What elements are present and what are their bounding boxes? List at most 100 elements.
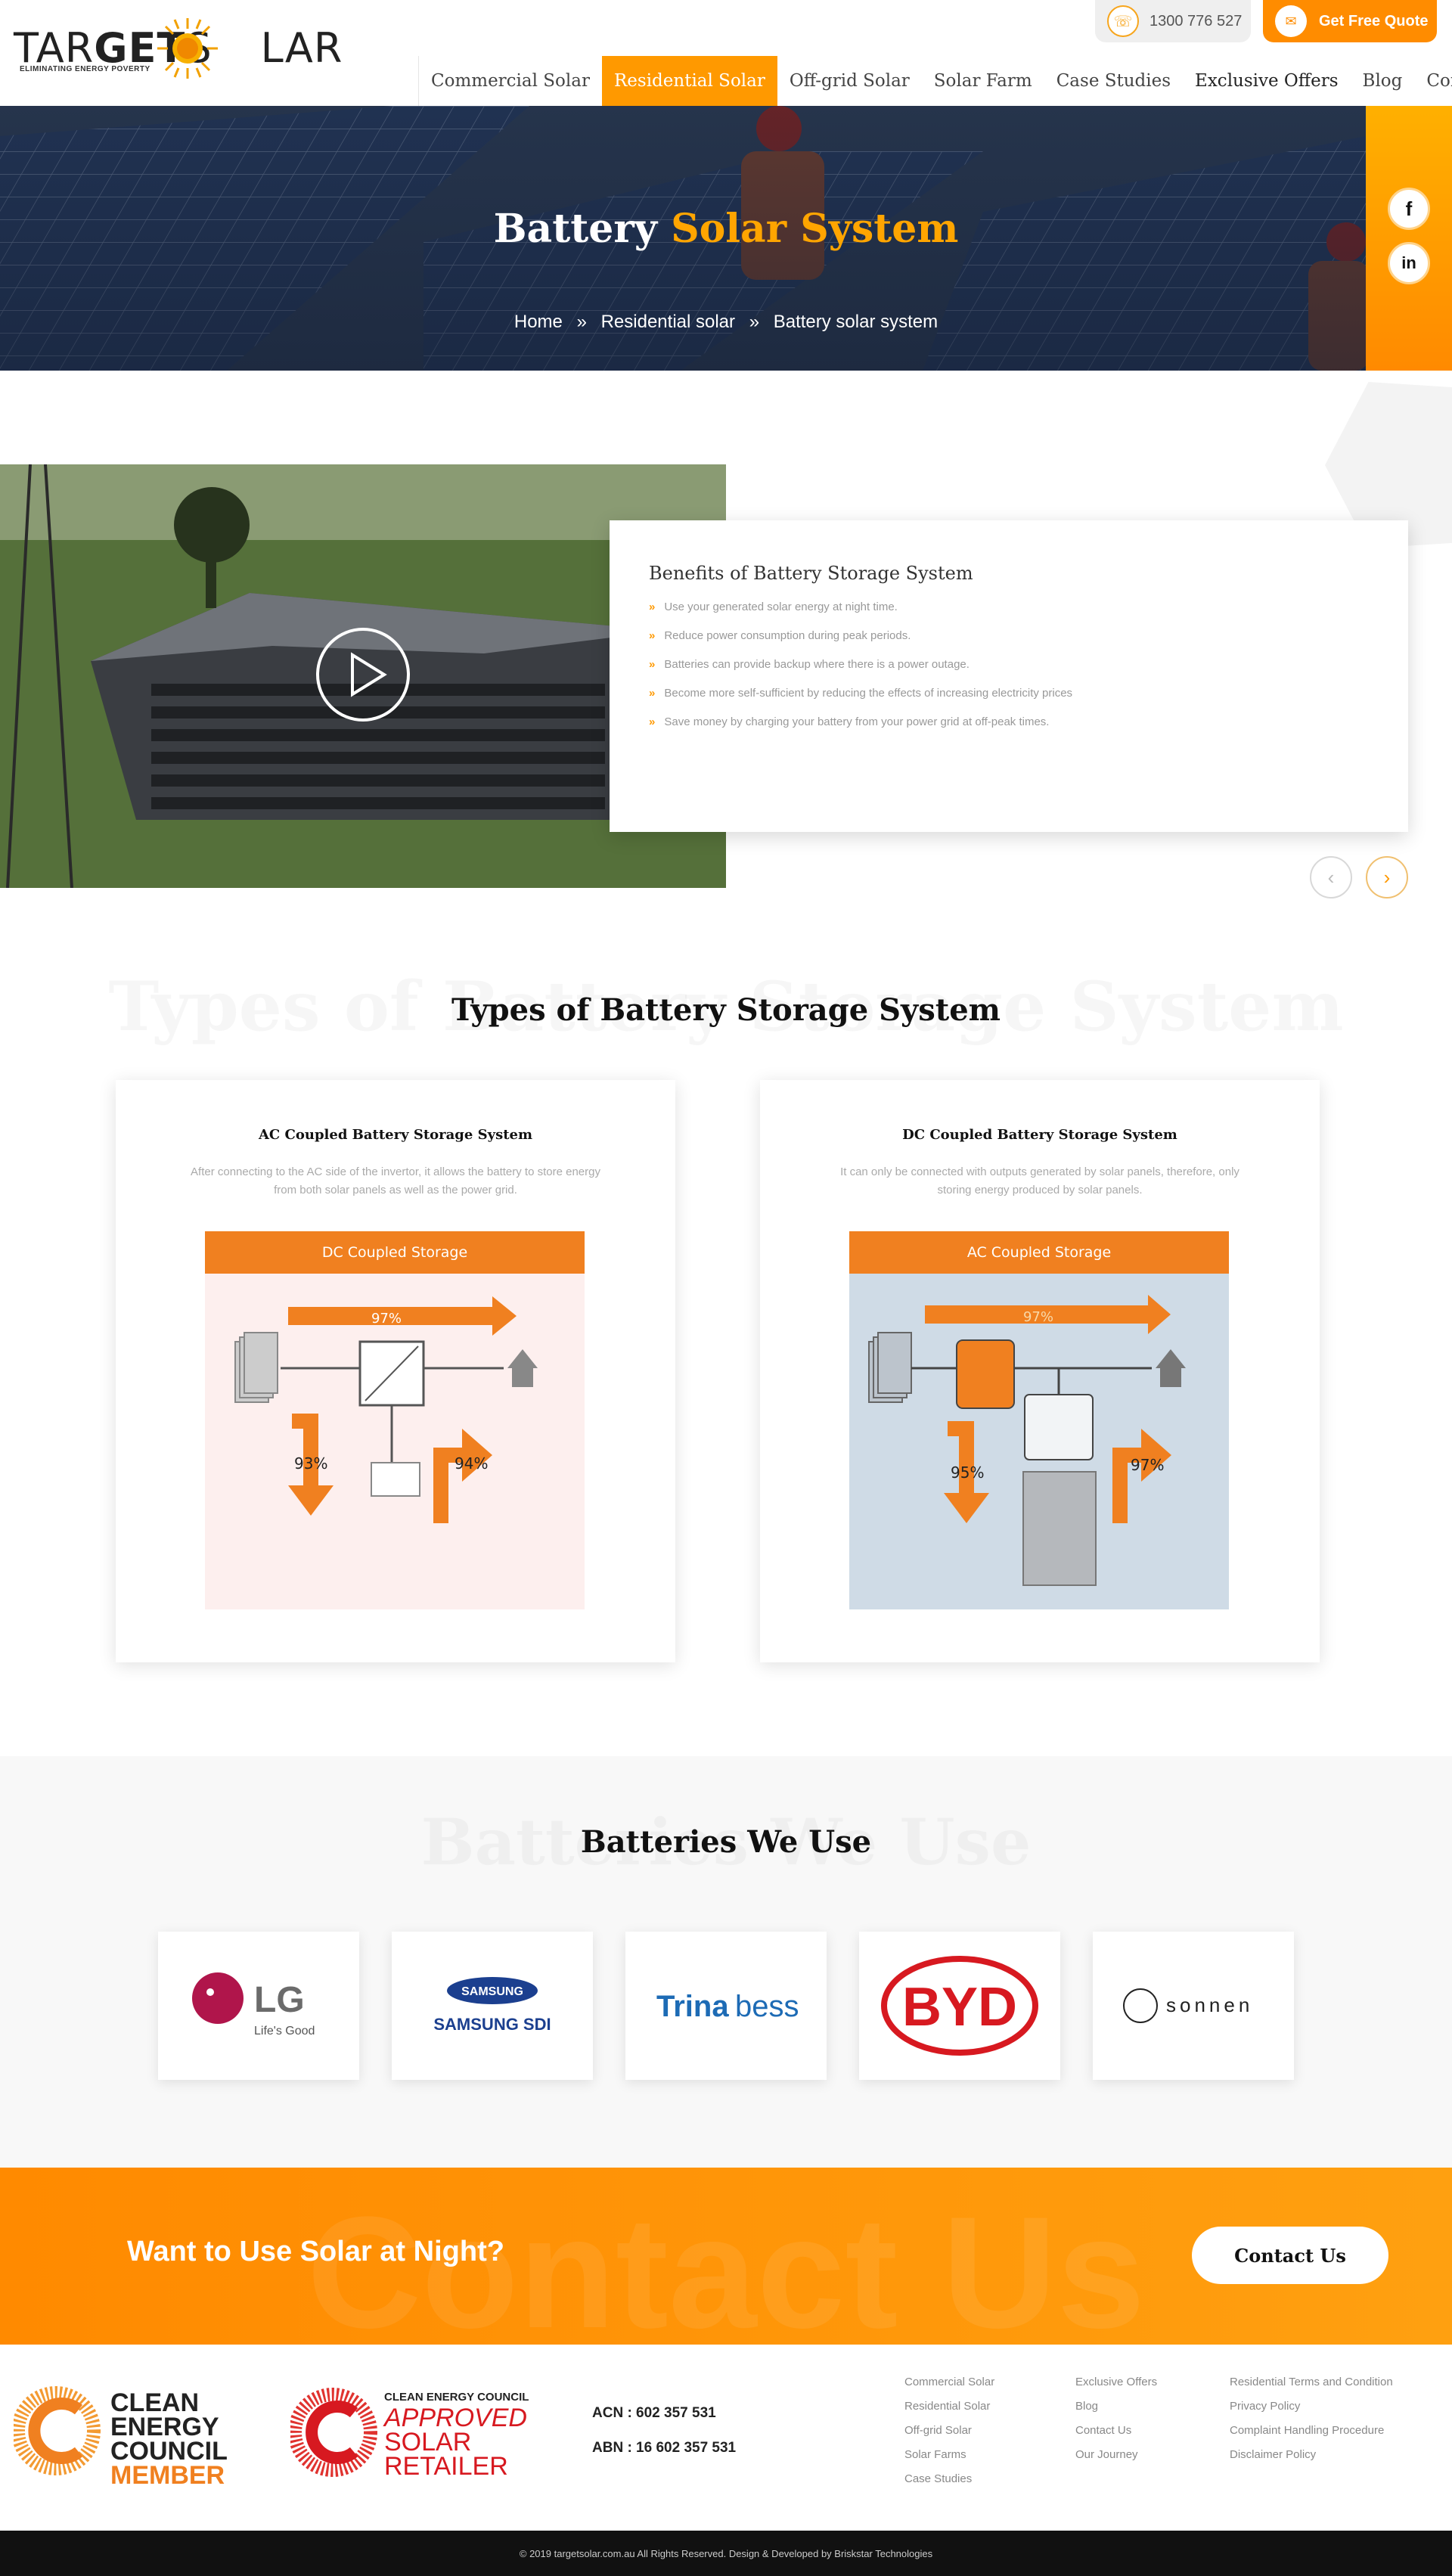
quote-label: Get Free Quote [1319, 12, 1429, 29]
breadcrumb-separator-icon: » [749, 312, 760, 332]
play-icon[interactable] [316, 628, 410, 722]
copyright-text: © 2019 targetsolar.com.au All Rights Res… [519, 2547, 933, 2559]
footer-acn: ACN : 602 357 531 [592, 2405, 716, 2421]
footer-link[interactable]: Off-grid Solar [904, 2419, 994, 2443]
footer-abn: ABN : 16 602 357 531 [592, 2440, 737, 2456]
breadcrumb-separator-icon: » [576, 312, 587, 332]
type-card-title: AC Coupled Battery Storage System [258, 1127, 533, 1143]
svg-text:CLEAN ENERGY COUNCIL: CLEAN ENERGY COUNCIL [384, 2391, 529, 2404]
arrow-up-icon [433, 1429, 492, 1523]
benefits-card: Benefits of Battery Storage System » Use … [610, 520, 1408, 832]
batteries-title: Batteries We Use [580, 1824, 872, 1860]
cta-banner: Contact Us Want to Use Solar at Night? C… [0, 2168, 1452, 2345]
cta-contact-button[interactable]: Contact Us [1192, 2227, 1388, 2284]
footer-link[interactable]: Residential Solar [904, 2394, 994, 2419]
sonnen-logo: sonnen [1123, 1988, 1253, 2023]
chat-icon: ✉ [1275, 5, 1307, 37]
nav-exclusive-offers[interactable]: Exclusive Offers [1183, 56, 1351, 106]
facebook-icon[interactable]: f [1388, 188, 1430, 230]
house-icon [1156, 1349, 1186, 1387]
type-card-dc: DC Coupled Battery Storage System It can… [760, 1080, 1320, 1662]
nav-solar-farm[interactable]: Solar Farm [922, 56, 1044, 106]
charger-icon [1024, 1394, 1094, 1460]
benefit-item: » Reduce power consumption during peak pe… [649, 629, 911, 642]
pct-left: 95% [951, 1463, 984, 1482]
solar-panel-icon [234, 1332, 278, 1403]
svg-text:bess: bess [735, 1990, 799, 2023]
type-card-desc: After connecting to the AC side of the i… [191, 1165, 600, 1196]
svg-text:sonnen: sonnen [1166, 1994, 1253, 2016]
cec-member-logo[interactable]: CLEAN ENERGY COUNCIL MEMBER [14, 2379, 233, 2493]
main-nav: Commercial Solar Residential Solar Off-g… [418, 56, 1452, 106]
footer-links-legal: Residential Terms and Condition Privacy … [1230, 2370, 1393, 2467]
phone-number: 1300 776 527 [1150, 12, 1243, 29]
svg-text:Life's Good: Life's Good [254, 2025, 315, 2038]
footer-links-services: Commercial Solar Residential Solar Off-g… [904, 2370, 994, 2491]
footer-links-company: Exclusive Offers Blog Contact Us Our Jou… [1075, 2370, 1157, 2467]
arrow-up-icon [1112, 1429, 1171, 1523]
pct-right: 97% [1131, 1456, 1164, 1474]
footer-link[interactable]: Commercial Solar [904, 2370, 994, 2394]
brand-trinabess[interactable]: Trina bess [625, 1932, 827, 2080]
cec-approved-retailer-logo[interactable]: CLEAN ENERGY COUNCIL APPROVED SOLAR RETA… [290, 2384, 548, 2482]
linkedin-icon[interactable]: in [1388, 242, 1430, 284]
nav-blog[interactable]: Blog [1351, 56, 1415, 106]
brand-byd[interactable]: BYD [859, 1932, 1060, 2080]
benefit-item: » Become more self-sufficient by reducing… [649, 687, 1073, 700]
nav-case-studies[interactable]: Case Studies [1044, 56, 1183, 106]
nav-commercial-solar[interactable]: Commercial Solar [419, 56, 602, 106]
footer-link[interactable]: Complaint Handling Procedure [1230, 2419, 1393, 2443]
diagram-title: AC Coupled Storage [849, 1231, 1229, 1274]
social-bar: f in [1366, 106, 1452, 371]
slider-next-button[interactable]: › [1366, 856, 1408, 898]
footer-link[interactable]: Residential Terms and Condition [1230, 2370, 1393, 2394]
footer-link[interactable]: Privacy Policy [1230, 2394, 1393, 2419]
pct-left: 93% [294, 1454, 327, 1473]
pct-right: 94% [455, 1454, 488, 1473]
footer-link[interactable]: Exclusive Offers [1075, 2370, 1157, 2394]
footer-link[interactable]: Blog [1075, 2394, 1157, 2419]
breadcrumb-residential[interactable]: Residential solar [601, 312, 735, 332]
diagram-graphic: 97% 93% 94% [205, 1274, 585, 1609]
solar-panel-icon [868, 1332, 912, 1403]
bullet-icon: » [649, 687, 656, 700]
type-card-ac: AC Coupled Battery Storage System After … [116, 1080, 675, 1662]
svg-text:Trina: Trina [656, 1990, 729, 2023]
battery-icon [371, 1462, 420, 1497]
brand-samsung[interactable]: SAMSUNG SAMSUNG SDI [392, 1932, 593, 2080]
svg-text:SAMSUNG: SAMSUNG [461, 1985, 523, 1998]
phone-button[interactable]: ☏ 1300 776 527 [1095, 0, 1251, 42]
brand-lg[interactable]: LG Life's Good [158, 1932, 359, 2080]
brand-sonnen[interactable]: sonnen [1093, 1932, 1294, 2080]
ac-coupled-diagram: AC Coupled Storage 97% 95% 97% [849, 1231, 1229, 1609]
house-icon [507, 1349, 538, 1387]
benefits-title: Benefits of Battery Storage System [649, 563, 973, 584]
diagram-title: DC Coupled Storage [205, 1231, 585, 1274]
samsung-logo: SAMSUNG SAMSUNG SDI [433, 1977, 551, 2034]
nav-residential-solar[interactable]: Residential Solar [601, 56, 777, 106]
nav-off-grid-solar[interactable]: Off-grid Solar [777, 56, 922, 106]
get-quote-button[interactable]: ✉ Get Free Quote [1263, 0, 1437, 42]
benefit-item: » Batteries can provide backup where ther… [649, 658, 970, 671]
trinabess-logo: Trina bess [656, 1990, 799, 2023]
phone-icon: ☏ [1107, 5, 1139, 37]
battery-icon [1022, 1471, 1097, 1586]
svg-text:MEMBER: MEMBER [110, 2461, 225, 2490]
sun-icon [157, 18, 218, 79]
breadcrumb-home[interactable]: Home [514, 312, 563, 332]
copyright-bar: © 2019 targetsolar.com.au All Rights Res… [0, 2531, 1452, 2576]
slider-prev-button[interactable]: ‹ [1310, 856, 1352, 898]
footer-link[interactable]: Our Journey [1075, 2443, 1157, 2467]
types-title: Types of Battery Storage System [451, 992, 1001, 1028]
pct-top: 97% [1023, 1309, 1053, 1325]
footer-link[interactable]: Disclaimer Policy [1230, 2443, 1393, 2467]
bullet-icon: » [649, 658, 656, 671]
footer-link[interactable]: Case Studies [904, 2467, 994, 2491]
footer-link[interactable]: Contact Us [1075, 2419, 1157, 2443]
nav-contact-us[interactable]: Contact Us [1414, 56, 1452, 106]
footer-link[interactable]: Solar Farms [904, 2443, 994, 2467]
site-logo[interactable]: TARGETSLAR ELIMINATING ENERGY POVERTY [14, 15, 342, 79]
dc-coupled-diagram: DC Coupled Storage 97% 93% 94% [205, 1231, 585, 1609]
bullet-icon: » [649, 629, 656, 642]
pct-top: 97% [371, 1311, 402, 1327]
